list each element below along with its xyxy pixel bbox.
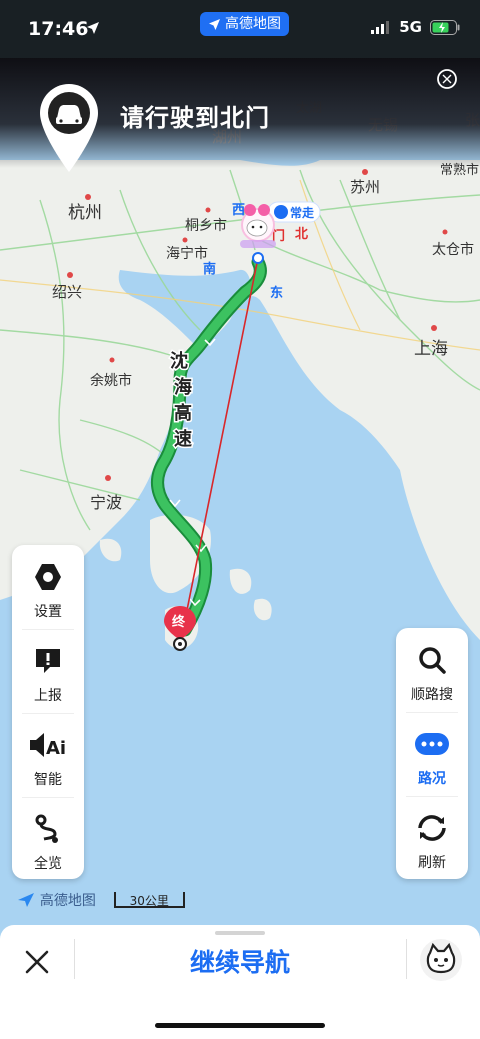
drag-handle[interactable]	[215, 931, 265, 935]
ai-speaker-icon: Ai	[30, 733, 66, 759]
right-tool-panel: 顺路搜 路况 刷新	[396, 628, 468, 879]
svg-text:Ai: Ai	[46, 738, 66, 759]
map-label-tongxiang: 桐乡市	[185, 217, 227, 234]
car-location-pin-icon	[40, 84, 98, 172]
navigation-banner: 请行驶到北门	[0, 58, 480, 172]
battery-icon	[430, 19, 460, 35]
highway-char-4: 速	[174, 428, 192, 450]
map-scale-label: 30公里	[129, 894, 169, 908]
bottom-bar: 继续导航	[0, 925, 480, 1039]
map-label-yuyao: 余姚市	[90, 372, 132, 389]
location-arrow-icon	[86, 20, 100, 39]
highway-char-2: 海	[174, 376, 192, 398]
app-indicator-label: 高德地图	[225, 16, 281, 32]
map-label-shanghai: 上海	[414, 339, 448, 359]
frequent-tag-label: 常走	[290, 205, 314, 220]
map-label-ningbo: 宁波	[90, 493, 122, 512]
settings-button[interactable]: 设置	[12, 561, 84, 621]
refresh-label: 刷新	[418, 855, 446, 871]
map-label-haining: 海宁市	[166, 245, 208, 262]
map-brand: 高德地图	[39, 893, 96, 909]
report-icon	[36, 649, 60, 673]
highway-char-3: 高	[174, 402, 192, 424]
left-tool-panel: 设置 上报 Ai 智能 全览	[12, 545, 84, 879]
ai-voice-button[interactable]: Ai 智能	[12, 729, 84, 789]
refresh-icon	[418, 815, 446, 841]
settings-icon	[35, 564, 61, 590]
search-along-button[interactable]: 顺路搜	[396, 644, 468, 704]
overview-label: 全览	[34, 856, 62, 872]
destination-marker-label: 终	[172, 614, 186, 630]
direction-south: 南	[203, 261, 216, 277]
navigation-arrow-icon	[209, 18, 220, 30]
navigation-instruction: 请行驶到北门	[120, 104, 270, 132]
direction-east: 东	[270, 285, 283, 301]
continue-navigation-button[interactable]: 继续导航	[0, 943, 480, 979]
report-label: 上报	[34, 688, 62, 704]
search-icon	[419, 647, 446, 674]
assistant-avatar-button[interactable]	[420, 939, 462, 981]
route-overview-icon	[35, 814, 58, 843]
report-button[interactable]: 上报	[12, 645, 84, 705]
direction-north: 北	[295, 227, 308, 242]
app-indicator[interactable]: 高德地图	[200, 12, 289, 36]
highway-char-1: 沈	[170, 350, 188, 372]
map-scale: 高德地图 30公里	[16, 890, 185, 910]
traffic-label: 路况	[418, 771, 446, 787]
direction-west: 西	[232, 203, 245, 218]
signal-icon	[371, 20, 390, 34]
map-label-suzhou: 苏州	[350, 178, 380, 196]
network-type: 5G	[399, 18, 422, 36]
cat-avatar-icon	[426, 942, 456, 974]
traffic-icon	[415, 733, 449, 755]
status-time: 17:46	[28, 18, 89, 40]
map-label-shaoxing: 绍兴	[52, 283, 82, 301]
frequent-tag[interactable]: 常走	[267, 201, 321, 223]
home-indicator[interactable]	[155, 1023, 325, 1028]
map-label-hangzhou: 杭州	[68, 203, 102, 223]
gps-signal-icon[interactable]	[436, 68, 458, 94]
traffic-button[interactable]: 路况	[396, 728, 468, 788]
overview-button[interactable]: 全览	[12, 813, 84, 873]
settings-label: 设置	[34, 604, 62, 620]
ai-label: 智能	[34, 772, 62, 788]
search-along-label: 顺路搜	[411, 687, 453, 703]
map-label-taicang: 太仓市	[432, 241, 474, 258]
status-bar: 17:46 高德地图 5G	[0, 0, 480, 58]
amap-logo-icon	[18, 893, 34, 907]
refresh-button[interactable]: 刷新	[396, 812, 468, 872]
